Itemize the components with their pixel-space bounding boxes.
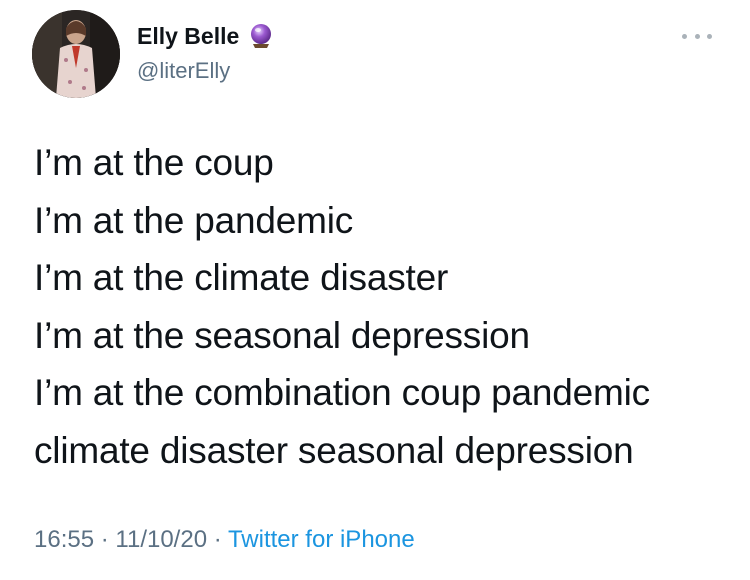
tweet-card: Elly Belle @literElly I’m at the coup I’…	[0, 0, 750, 580]
author-name-row: Elly Belle	[137, 22, 275, 50]
meta-separator: ·	[100, 526, 109, 553]
tweet-line: I’m at the coup	[34, 142, 274, 183]
meta-separator: ·	[213, 526, 222, 553]
tweet-line: I’m at the pandemic	[34, 199, 354, 241]
tweet-meta: 16:55 · 11/10/20 · Twitter for iPhone	[34, 526, 415, 554]
tweet-date[interactable]: 11/10/20	[115, 526, 207, 553]
tweet-line: climate disaster seasonal depression	[34, 429, 634, 471]
profile-photo-icon	[32, 10, 120, 98]
dot	[694, 33, 700, 39]
tweet-time[interactable]: 16:55	[34, 526, 94, 553]
avatar[interactable]	[32, 10, 120, 98]
tweet-text: I’m at the coup I’m at the pandemic I’m …	[34, 134, 724, 479]
tweet-line: I’m at the combination coup pandemic	[34, 372, 650, 413]
dot	[682, 33, 687, 39]
tweet-source-link[interactable]: Twitter for iPhone	[228, 526, 415, 553]
tweet-line: I’m at the climate disaster	[34, 257, 449, 298]
author-handle[interactable]: @literElly	[137, 58, 230, 84]
crystal-ball-icon	[247, 22, 275, 50]
more-options-icon[interactable]	[682, 28, 712, 44]
display-name[interactable]: Elly Belle	[137, 23, 239, 50]
tweet-line: I’m at the seasonal depression	[34, 314, 530, 356]
dot	[707, 33, 712, 39]
